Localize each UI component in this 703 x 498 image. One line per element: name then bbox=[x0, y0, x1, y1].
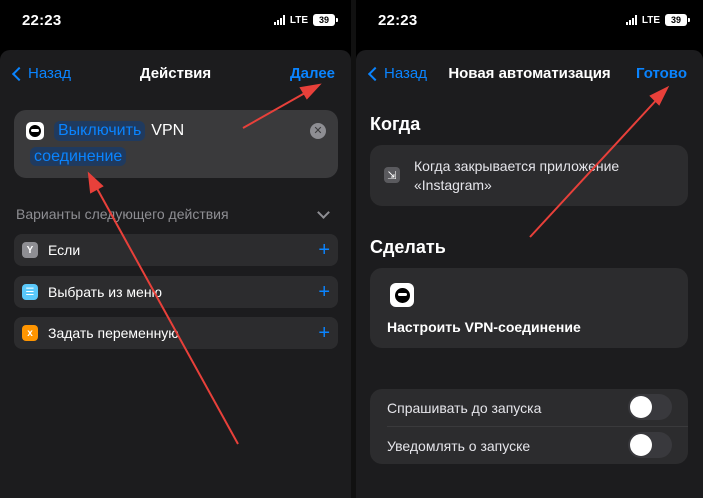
actions-sheet: Назад Действия Далее Выключить VPN соеди… bbox=[0, 50, 351, 498]
option-choose-from-menu[interactable]: ☰ Выбрать из меню + bbox=[14, 276, 338, 308]
ask-before-run-toggle[interactable] bbox=[628, 394, 672, 420]
add-icon[interactable]: + bbox=[318, 240, 330, 260]
add-icon[interactable]: + bbox=[318, 323, 330, 343]
option-label: Выбрать из меню bbox=[48, 284, 163, 300]
option-set-variable[interactable]: x Задать переменную + bbox=[14, 317, 338, 349]
do-header: Сделать bbox=[370, 237, 446, 257]
nav-bar: Назад Новая автоматизация Готово bbox=[356, 50, 703, 96]
status-bar: 22:23 LTE 39 bbox=[356, 0, 703, 44]
vpn-app-icon bbox=[390, 283, 414, 307]
status-icons: LTE 39 bbox=[273, 14, 338, 26]
remove-action-icon[interactable]: ✕ bbox=[310, 123, 326, 139]
ask-before-run-label: Спрашивать до запуска bbox=[387, 399, 542, 416]
notify-on-run-row: Уведомлять о запуске bbox=[370, 427, 688, 464]
trigger-card[interactable]: ⇲ Когда закрывается приложение «Instagra… bbox=[370, 145, 688, 206]
menu-icon: ☰ bbox=[22, 284, 38, 300]
left-phone-screen: 22:23 LTE 39 Назад Действия Далее Выключ… bbox=[0, 0, 351, 498]
app-close-arrow-icon: ⇲ bbox=[384, 167, 400, 183]
status-time: 22:23 bbox=[22, 12, 62, 29]
network-type: LTE bbox=[289, 14, 308, 26]
action-verb-token[interactable]: Выключить bbox=[54, 121, 146, 141]
run-options-card: Спрашивать до запуска Уведомлять о запус… bbox=[370, 389, 688, 464]
chevron-down-icon bbox=[317, 205, 330, 219]
vpn-action-card[interactable]: Выключить VPN соединение ✕ bbox=[14, 110, 338, 178]
variable-icon: x bbox=[22, 325, 38, 341]
option-label: Задать переменную bbox=[48, 325, 179, 341]
action-line: Выключить VPN bbox=[54, 121, 184, 141]
automation-sheet: Назад Новая автоматизация Готово Когда ⇲… bbox=[356, 50, 703, 498]
nav-bar: Назад Действия Далее bbox=[0, 50, 351, 96]
action-text: Настроить VPN-соединение bbox=[387, 319, 581, 335]
next-actions-header[interactable]: Варианты следующего действия bbox=[16, 205, 332, 222]
battery-icon: 39 bbox=[665, 14, 690, 26]
status-bar: 22:23 LTE 39 bbox=[0, 0, 351, 44]
when-header: Когда bbox=[370, 114, 421, 134]
ask-before-run-row: Спрашивать до запуска bbox=[370, 389, 688, 426]
signal-icon bbox=[273, 15, 285, 25]
battery-icon: 39 bbox=[313, 14, 338, 26]
next-actions-label: Варианты следующего действия bbox=[16, 206, 229, 222]
notify-on-run-label: Уведомлять о запуске bbox=[387, 437, 531, 454]
action-card[interactable]: Настроить VPN-соединение bbox=[370, 268, 688, 348]
next-button[interactable]: Далее bbox=[290, 65, 335, 82]
right-phone-screen: 22:23 LTE 39 Назад Новая автоматизация Г… bbox=[356, 0, 703, 498]
action-word: VPN bbox=[151, 122, 185, 139]
network-type: LTE bbox=[641, 14, 660, 26]
branch-icon: Y bbox=[22, 242, 38, 258]
status-time: 22:23 bbox=[378, 12, 418, 29]
status-icons: LTE 39 bbox=[625, 14, 690, 26]
signal-icon bbox=[625, 15, 637, 25]
done-button[interactable]: Готово bbox=[636, 65, 687, 82]
action-line-2: соединение bbox=[30, 147, 127, 166]
vpn-app-icon bbox=[26, 122, 44, 140]
trigger-text: Когда закрывается приложение «Instagram» bbox=[414, 158, 620, 193]
option-label: Если bbox=[48, 242, 81, 258]
add-icon[interactable]: + bbox=[318, 282, 330, 302]
action-object-token[interactable]: соединение bbox=[30, 147, 127, 166]
notify-on-run-toggle[interactable] bbox=[628, 432, 672, 458]
option-if[interactable]: Y Если + bbox=[14, 234, 338, 266]
